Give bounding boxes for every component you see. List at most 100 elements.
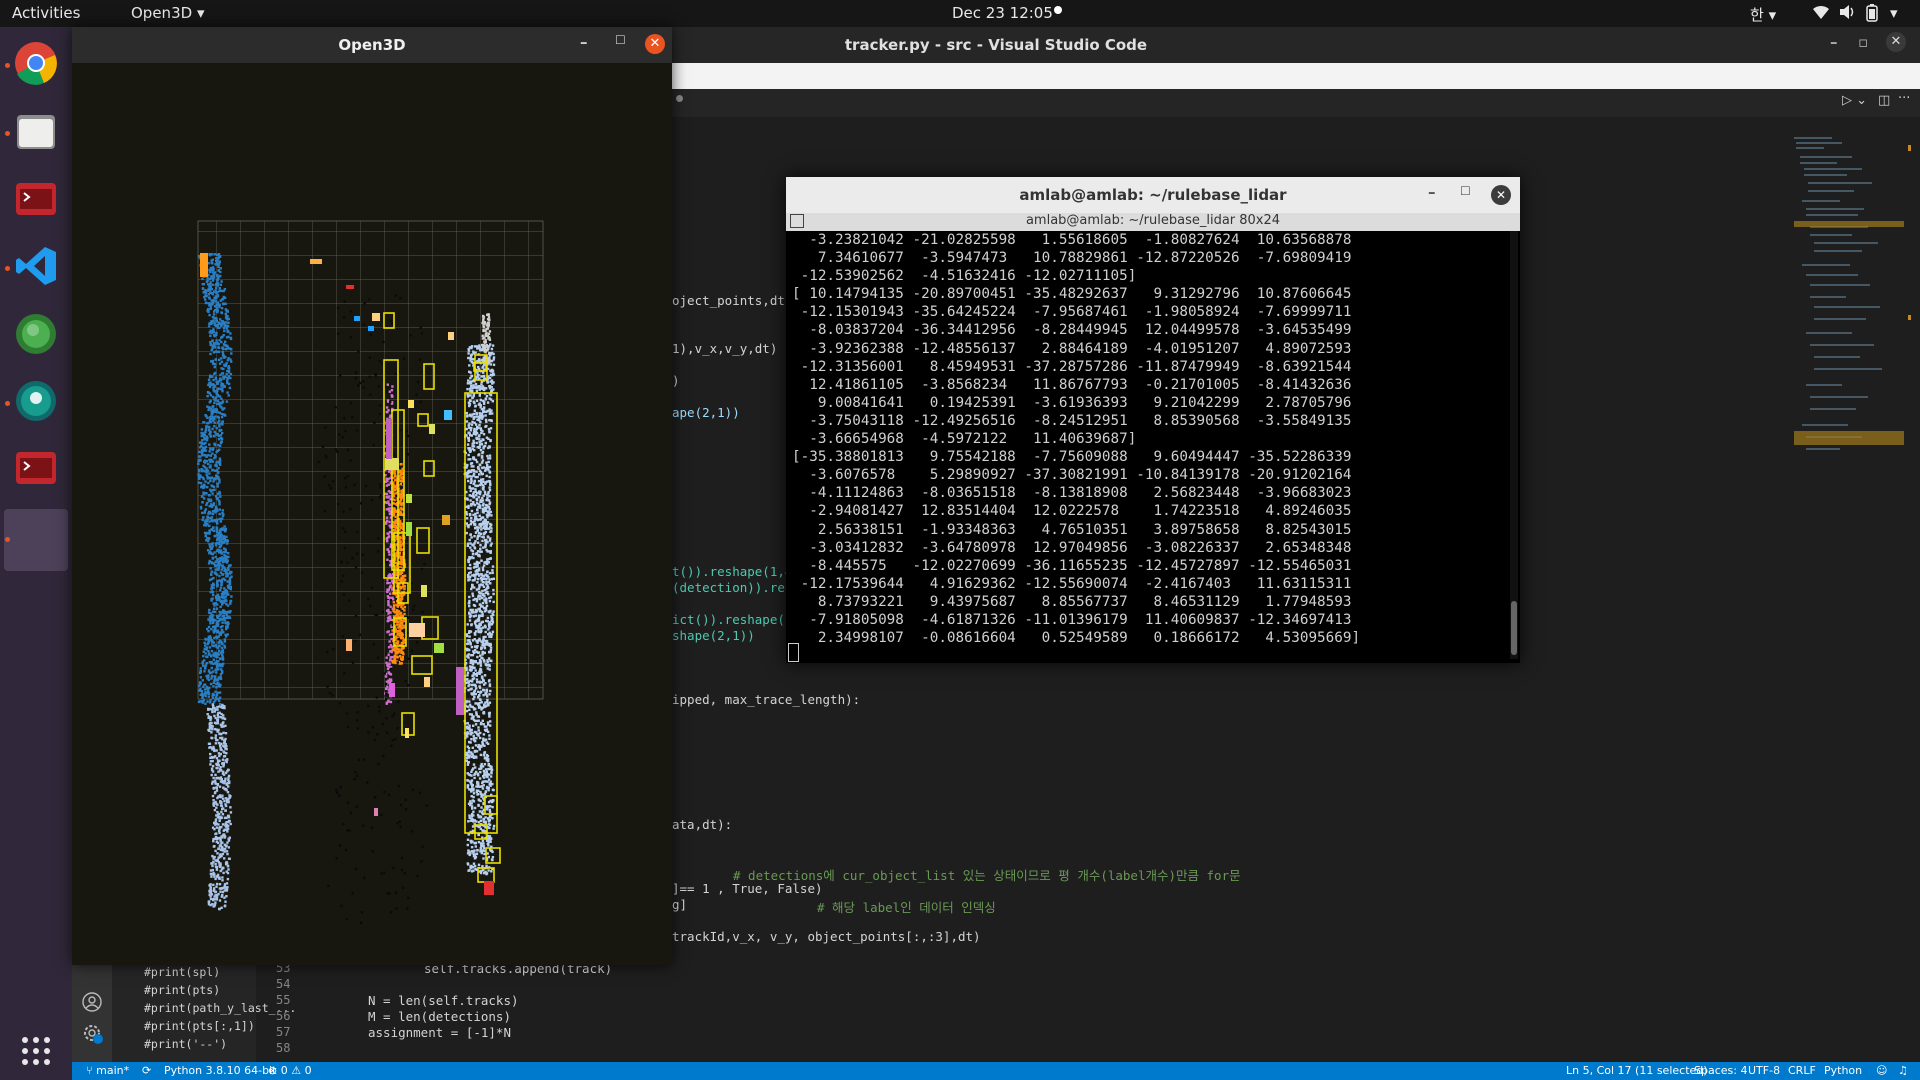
terminal-line: -3.75043118 -12.49256516 -8.24512951 8.8… (792, 412, 1352, 429)
code-fragment[interactable]: t()).reshape(1,4) (672, 564, 800, 579)
terminal-output[interactable]: -3.23821042 -21.02825598 1.55618605 -1.8… (792, 231, 1504, 661)
minimize-button[interactable]: – (1830, 33, 1838, 51)
code-fragment[interactable]: shape(2,1)) (672, 628, 755, 643)
terminal-tab[interactable]: amlab@amlab: ~/rulebase_lidar 80x24 (786, 213, 1520, 228)
running-indicator (5, 63, 10, 68)
code-fragment[interactable]: oject_points,dt): (672, 293, 800, 308)
line-numbers: 53 54 55 56 57 58 (256, 961, 312, 1062)
code-fragment[interactable]: ) (672, 373, 680, 388)
code-fragment[interactable]: ata,dt): (672, 817, 732, 832)
terminal-line: -12.53902562 -4.51632416 -12.02711105] (792, 268, 1137, 285)
outline-item[interactable]: #print(spl) (144, 965, 220, 979)
open3d-app-icon[interactable] (4, 509, 68, 571)
activity-bar (72, 965, 112, 1062)
terminal-cursor (788, 643, 799, 662)
terminal-line: -3.66654968 -4.5972122 11.40639687] (792, 431, 1137, 448)
terminal-line: -7.91805098 -4.61871326 -11.01396179 11.… (792, 611, 1352, 628)
code-fragment[interactable]: g] (672, 897, 687, 912)
notifications-bell-icon[interactable]: ♫ (1898, 1064, 1908, 1077)
input-method-indicator[interactable]: 한 ▾ (1750, 4, 1776, 25)
terminal-line: 8.73793221 9.43975687 8.85567737 8.46531… (792, 593, 1352, 610)
sync-icon[interactable]: ⟳ (142, 1064, 151, 1077)
language-mode[interactable]: Python (1824, 1064, 1862, 1077)
system-menu-chevron-icon[interactable]: ▾ (1890, 4, 1898, 22)
show-apps-icon[interactable] (12, 1027, 60, 1075)
editor-tab-bar: ▷ ⌄ ◫ ··· (672, 89, 1920, 117)
terminal-line: -12.15301943 -35.64245224 -7.95687461 -1… (792, 304, 1352, 321)
terminal-line: 7.34610677 -3.5947473 10.78829861 -12.87… (792, 250, 1352, 267)
battery-icon[interactable] (1866, 4, 1878, 26)
dock (0, 27, 72, 1080)
maximize-button[interactable]: ☐ (1460, 184, 1471, 198)
wifi-icon[interactable] (1812, 4, 1830, 24)
more-actions-icon[interactable]: ··· (1898, 91, 1910, 106)
terminal-tab-bar: amlab@amlab: ~/rulebase_lidar 80x24 (786, 213, 1520, 231)
split-editor-icon[interactable]: ◫ (1878, 93, 1890, 108)
line-endings[interactable]: CRLF (1788, 1064, 1816, 1077)
chrome-icon[interactable] (12, 39, 60, 87)
python-interpreter[interactable]: Python 3.8.10 64-bit (164, 1064, 276, 1077)
outline-item[interactable]: #print(pts) (144, 983, 220, 997)
code-fragment[interactable]: ape(2,1)) (672, 405, 740, 420)
line-number: 56 (276, 1009, 291, 1023)
open3d-window: Open3D – ☐ ✕ (72, 27, 672, 965)
close-button[interactable]: ✕ (1886, 32, 1906, 52)
terminal-titlebar: amlab@amlab: ~/rulebase_lidar – ☐ ✕ (786, 177, 1520, 213)
clock[interactable]: Dec 23 12:05 (952, 4, 1053, 22)
top-bar: Activities Open3D ▾ Dec 23 12:05 한 ▾ ▾ (0, 0, 1920, 27)
code-line[interactable]: M = len(detections) (368, 1009, 511, 1024)
close-button[interactable]: ✕ (1491, 185, 1511, 205)
terminal-line: 2.34998107 -0.08616604 0.52549589 0.1866… (792, 630, 1361, 647)
terminal-line: -8.03837204 -36.34412956 -8.28449945 12.… (792, 322, 1352, 339)
terminal-app-icon-2[interactable] (12, 444, 60, 492)
code-fragment[interactable]: (detection)).resh (672, 580, 800, 595)
run-icon[interactable]: ▷ ⌄ (1842, 93, 1867, 108)
feedback-icon[interactable]: ☺ (1876, 1064, 1887, 1077)
terminal-scrollbar[interactable] (1510, 231, 1518, 659)
encoding[interactable]: UTF-8 (1748, 1064, 1780, 1077)
minimize-button[interactable]: – (1428, 183, 1436, 201)
code-line[interactable]: assignment = [-1]*N (368, 1025, 511, 1040)
files-icon[interactable] (12, 107, 60, 155)
git-branch[interactable]: ⑂ main* (86, 1064, 129, 1077)
terminal-app-icon[interactable] (12, 175, 60, 223)
terminal-line: 12.41861105 -3.8568234 11.86767793 -0.21… (792, 376, 1352, 393)
vscode-icon[interactable] (12, 242, 60, 290)
app-menu[interactable]: Open3D ▾ (131, 4, 204, 22)
running-indicator (5, 266, 10, 271)
code-fragment[interactable]: ipped, max_trace_length): (672, 692, 860, 707)
volume-icon[interactable] (1838, 4, 1856, 24)
terminal-line: [ 10.14794135 -20.89700451 -35.48292637 … (792, 286, 1352, 303)
line-number: 58 (276, 1041, 291, 1055)
terminal-line: -3.23821042 -21.02825598 1.55618605 -1.8… (792, 232, 1352, 248)
code-line[interactable]: N = len(self.tracks) (368, 993, 519, 1008)
code-fragment[interactable]: 1),v_x,v_y,dt) (672, 341, 777, 356)
maximize-button[interactable]: ▫ (1858, 33, 1868, 51)
globe-app-icon[interactable] (12, 310, 60, 358)
code-comment[interactable]: # 해당 label인 데이터 인덱싱 (817, 897, 996, 916)
line-number: 54 (276, 977, 291, 991)
maximize-button[interactable]: ☐ (615, 33, 626, 47)
outline-item[interactable]: #print(pts[:,1]) (144, 1019, 255, 1033)
terminal-line: [-35.38801813 9.75542188 -7.75609088 9.6… (792, 449, 1352, 466)
close-button[interactable]: ✕ (645, 34, 665, 54)
cursor-position[interactable]: Ln 5, Col 17 (11 selected) (1566, 1064, 1708, 1077)
problems-indicator[interactable]: ⊗ 0 ⚠ 0 (268, 1064, 312, 1077)
gitkraken-icon[interactable] (12, 377, 60, 425)
open3d-titlebar: Open3D – ☐ ✕ (72, 27, 672, 63)
terminal-line: 9.00841641 0.19425391 -3.61936393 9.2104… (792, 394, 1352, 411)
account-icon[interactable] (82, 992, 102, 1016)
terminal-line: -3.92362388 -12.48556137 2.88464189 -4.0… (792, 340, 1352, 357)
code-fragment[interactable]: ict()).reshape(1, (672, 612, 800, 627)
indentation[interactable]: Spaces: 4 (1694, 1064, 1747, 1077)
minimap[interactable] (1792, 135, 1912, 465)
settings-gear-icon[interactable] (82, 1023, 104, 1049)
code-fragment[interactable]: ]== 1 , True, False) (672, 881, 823, 896)
point-cloud-viewport[interactable] (72, 63, 672, 965)
terminal-title: amlab@amlab: ~/rulebase_lidar (1019, 186, 1287, 204)
minimize-button[interactable]: – (580, 33, 588, 51)
activities-button[interactable]: Activities (12, 4, 80, 22)
outline-item[interactable]: #print('--') (144, 1037, 227, 1051)
code-fragment[interactable]: trackId,v_x, v_y, object_points[:,:3],dt… (672, 929, 981, 944)
vscode-menu-area (672, 63, 1920, 89)
